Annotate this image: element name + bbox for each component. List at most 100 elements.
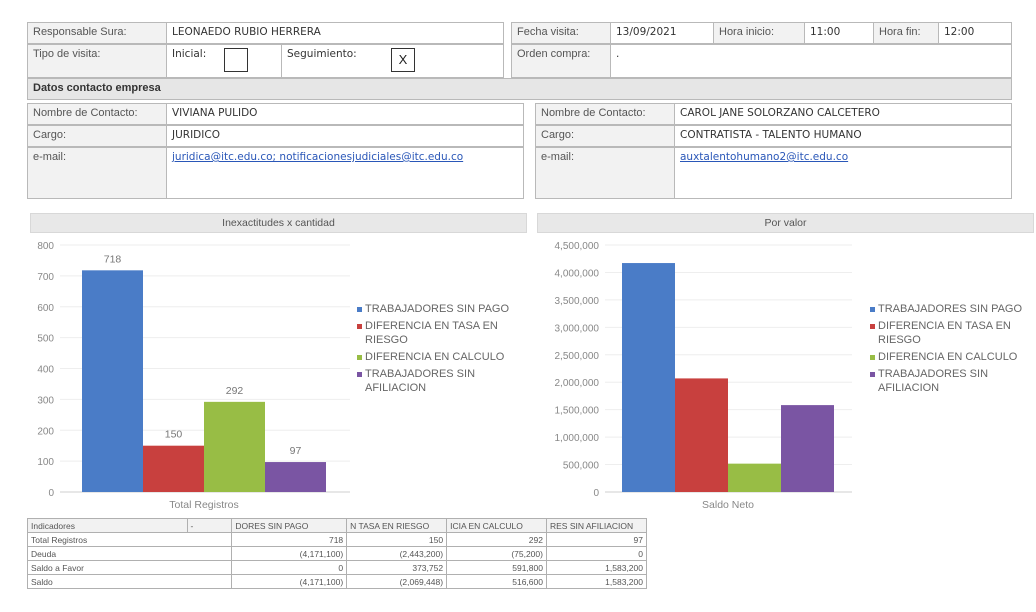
legend-label: DIFERENCIA EN CALCULO (878, 351, 1018, 363)
tipo-visita-label: Tipo de visita: (27, 44, 167, 78)
legend-label: DIFERENCIA EN TASA EN RIESGO (878, 320, 1011, 346)
chart1-title: Inexactitudes x cantidad (30, 213, 527, 233)
y-tick-label: 300 (37, 395, 54, 406)
indicators-header-cell: DORES SIN PAGO (231, 518, 348, 533)
legend-swatch (870, 355, 875, 360)
contact-left-nombre-value: VIVIANA PULIDO (166, 103, 524, 125)
data-label: 97 (290, 445, 302, 457)
table-cell: 718 (231, 532, 348, 547)
hora-fin-value: 12:00 (938, 22, 1012, 44)
responsable-label: Responsable Sura: (27, 22, 167, 44)
indicators-header-cell: Indicadores (27, 518, 188, 533)
indicators-table: Indicadores - DORES SIN PAGO N TASA EN R… (26, 518, 648, 589)
contact-right-email-cell: auxtalentohumano2@itc.edu.co (674, 147, 1012, 199)
seguimiento-checkbox[interactable]: X (391, 48, 415, 72)
fecha-label: Fecha visita: (511, 22, 611, 44)
table-cell: Total Registros (26, 532, 233, 547)
table-cell: 0 (545, 546, 648, 561)
contact-right-email-label: e-mail: (535, 147, 675, 199)
y-tick-label: 100 (37, 457, 54, 468)
indicators-header-cell: ICIA EN CALCULO (446, 518, 547, 533)
contact-right-nombre-label: Nombre de Contacto: (535, 103, 675, 125)
data-label: 150 (165, 429, 183, 441)
legend-item: DIFERENCIA EN TASA EN RIESGO (357, 319, 517, 347)
legend-item: DIFERENCIA EN CALCULO (870, 350, 1035, 364)
chart2-legend: TRABAJADORES SIN PAGO DIFERENCIA EN TASA … (870, 302, 1035, 398)
table-cell: 1,583,200 (545, 560, 648, 575)
table-cell: (4,171,100) (231, 546, 348, 561)
indicators-header-cell: N TASA EN RIESGO (346, 518, 448, 533)
table-row: Total Registros 718 150 292 97 (26, 532, 648, 547)
table-cell: 373,752 (346, 560, 448, 575)
table-cell: 516,600 (446, 574, 547, 589)
y-tick-label: 0 (593, 488, 599, 499)
chart2-title: Por valor (537, 213, 1034, 233)
bar (781, 405, 834, 492)
y-tick-label: 2,000,000 (555, 378, 600, 389)
data-label: 292 (226, 385, 244, 397)
hora-inicio-value: 11:00 (804, 22, 874, 44)
chart1-legend: TRABAJADORES SIN PAGO DIFERENCIA EN TASA … (357, 302, 517, 398)
legend-item: DIFERENCIA EN CALCULO (357, 350, 517, 364)
legend-item: TRABAJADORES SIN PAGO (870, 302, 1035, 316)
table-row: Saldo a Favor 0 373,752 591,800 1,583,20… (26, 560, 648, 575)
legend-item: TRABAJADORES SIN AFILIACION (357, 367, 517, 395)
inicial-checkbox[interactable] (224, 48, 248, 72)
contact-left-cargo-value: JURIDICO (166, 125, 524, 147)
table-cell: 1,583,200 (545, 574, 648, 589)
indicators-header-cell: RES SIN AFILIACION (545, 518, 648, 533)
fecha-value: 13/09/2021 (610, 22, 714, 44)
legend-swatch (870, 324, 875, 329)
hora-inicio-label: Hora inicio: (713, 22, 805, 44)
table-cell: 150 (346, 532, 448, 547)
y-tick-label: 400 (37, 365, 54, 376)
contact-right-email-link[interactable]: auxtalentohumano2@itc.edu.co (680, 151, 848, 163)
legend-label: DIFERENCIA EN CALCULO (365, 351, 505, 363)
legend-label: TRABAJADORES SIN AFILIACION (365, 368, 476, 394)
legend-swatch (357, 307, 362, 312)
indicators-header-row: Indicadores - DORES SIN PAGO N TASA EN R… (27, 518, 648, 533)
y-tick-label: 3,500,000 (555, 296, 600, 307)
contact-right-cargo-label: Cargo: (535, 125, 675, 147)
y-tick-label: 1,500,000 (555, 406, 600, 417)
contact-section-title: Datos contacto empresa (27, 78, 1012, 100)
legend-label: TRABAJADORES SIN PAGO (365, 303, 510, 315)
table-cell: (75,200) (446, 546, 547, 561)
contact-left-email-link[interactable]: juridica@itc.edu.co; notificacionesjudic… (172, 151, 463, 163)
y-tick-label: 4,000,000 (555, 268, 600, 279)
table-cell: (2,069,448) (346, 574, 448, 589)
legend-swatch (870, 307, 875, 312)
table-cell: (2,443,200) (346, 546, 448, 561)
table-cell: Deuda (26, 546, 233, 561)
table-cell: Saldo a Favor (26, 560, 233, 575)
contact-right-nombre-value: CAROL JANE SOLORZANO CALCETERO (674, 103, 1012, 125)
chart1-plot: 0 100 200 300 400 500 600 700 800 718 150 292 97 Tota… (37, 241, 350, 510)
y-tick-label: 0 (48, 488, 54, 499)
table-cell: Saldo (26, 574, 233, 589)
data-label: 718 (104, 253, 122, 265)
legend-swatch (357, 324, 362, 329)
table-cell: (4,171,100) (231, 574, 348, 589)
y-tick-label: 600 (37, 303, 54, 314)
contact-left-cargo-label: Cargo: (27, 125, 167, 147)
table-row: Deuda (4,171,100) (2,443,200) (75,200) 0 (26, 546, 648, 561)
x-tick-label: Saldo Neto (702, 499, 754, 510)
hora-fin-label: Hora fin: (873, 22, 939, 44)
legend-label: TRABAJADORES SIN PAGO (878, 303, 1023, 315)
legend-swatch (357, 372, 362, 377)
indicators-header-cell: - (186, 518, 233, 533)
contact-left-email-label: e-mail: (27, 147, 167, 199)
responsable-value: LEONAEDO RUBIO HERRERA (166, 22, 504, 44)
y-tick-label: 700 (37, 272, 54, 283)
legend-swatch (870, 372, 875, 377)
y-tick-label: 2,500,000 (555, 351, 600, 362)
bar (728, 463, 781, 492)
contact-left-email-cell: juridica@itc.edu.co; notificacionesjudic… (166, 147, 524, 199)
orden-compra-label: Orden compra: (511, 44, 611, 78)
legend-item: DIFERENCIA EN TASA EN RIESGO (870, 319, 1035, 347)
orden-compra-value: . (610, 44, 1012, 78)
legend-item: TRABAJADORES SIN AFILIACION (870, 367, 1035, 395)
contact-right-cargo-value: CONTRATISTA - TALENTO HUMANO (674, 125, 1012, 147)
bar (143, 445, 204, 492)
table-cell: 591,800 (446, 560, 547, 575)
